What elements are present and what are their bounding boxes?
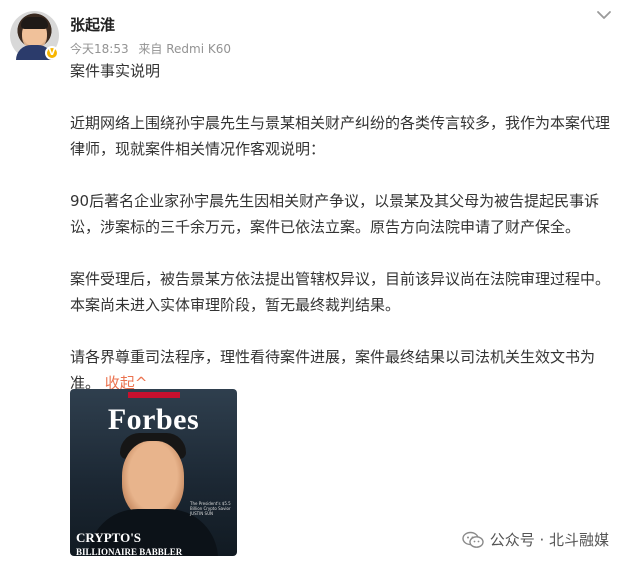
cover-headline: CRYPTO'S BILLIONAIRE BABBLER	[76, 530, 183, 557]
cover-headline-line2: BILLIONAIRE BABBLER	[76, 547, 183, 556]
watermark: 公众号 · 北斗融媒	[461, 529, 609, 550]
avatar-hair	[21, 17, 48, 29]
chevron-down-icon[interactable]	[595, 6, 613, 24]
cover-headline-line1: CRYPTO'S	[76, 530, 142, 545]
wechat-icon	[461, 531, 484, 548]
post-meta: 今天18:53 来自 Redmi K60	[70, 40, 231, 57]
watermark-text: 公众号 · 北斗融媒	[489, 531, 609, 549]
verified-badge-icon: V	[45, 46, 59, 60]
cover-small-text: The President's $5.5 Billion Crypto Savi…	[190, 501, 231, 516]
cover-masthead: Forbes	[107, 403, 200, 436]
post-source: 来自 Redmi K60	[138, 42, 232, 56]
post-image[interactable]: Forbes The President's $5.5 Billion Cryp…	[70, 389, 237, 556]
post-paragraph: 90后著名企业家孙宇晨先生因相关财产争议，以景某及其父母为被告提起民事诉讼，涉案…	[70, 192, 600, 236]
cover-tag	[128, 392, 180, 398]
post-paragraph: 近期网络上围绕孙宇晨先生与景某相关财产纠纷的各类传言较多，我作为本案代理律师，现…	[70, 114, 611, 158]
username[interactable]: 张起淮	[70, 14, 115, 35]
cover-portrait	[122, 441, 184, 519]
post-time: 今天18:53	[70, 42, 129, 56]
post-body: 案件事实说明 近期网络上围绕孙宇晨先生与景某相关财产纠纷的各类传言较多，我作为本…	[70, 58, 610, 396]
post-paragraph: 案件受理后，被告景某方依法提出管辖权异议，目前该异议尚在法院审理过程中。本案尚未…	[70, 270, 611, 314]
post-paragraph-text: 请各界尊重司法程序，理性看待案件进展，案件最终结果以司法机关生效文书为准。	[70, 348, 596, 392]
post-heading: 案件事实说明	[70, 62, 161, 80]
